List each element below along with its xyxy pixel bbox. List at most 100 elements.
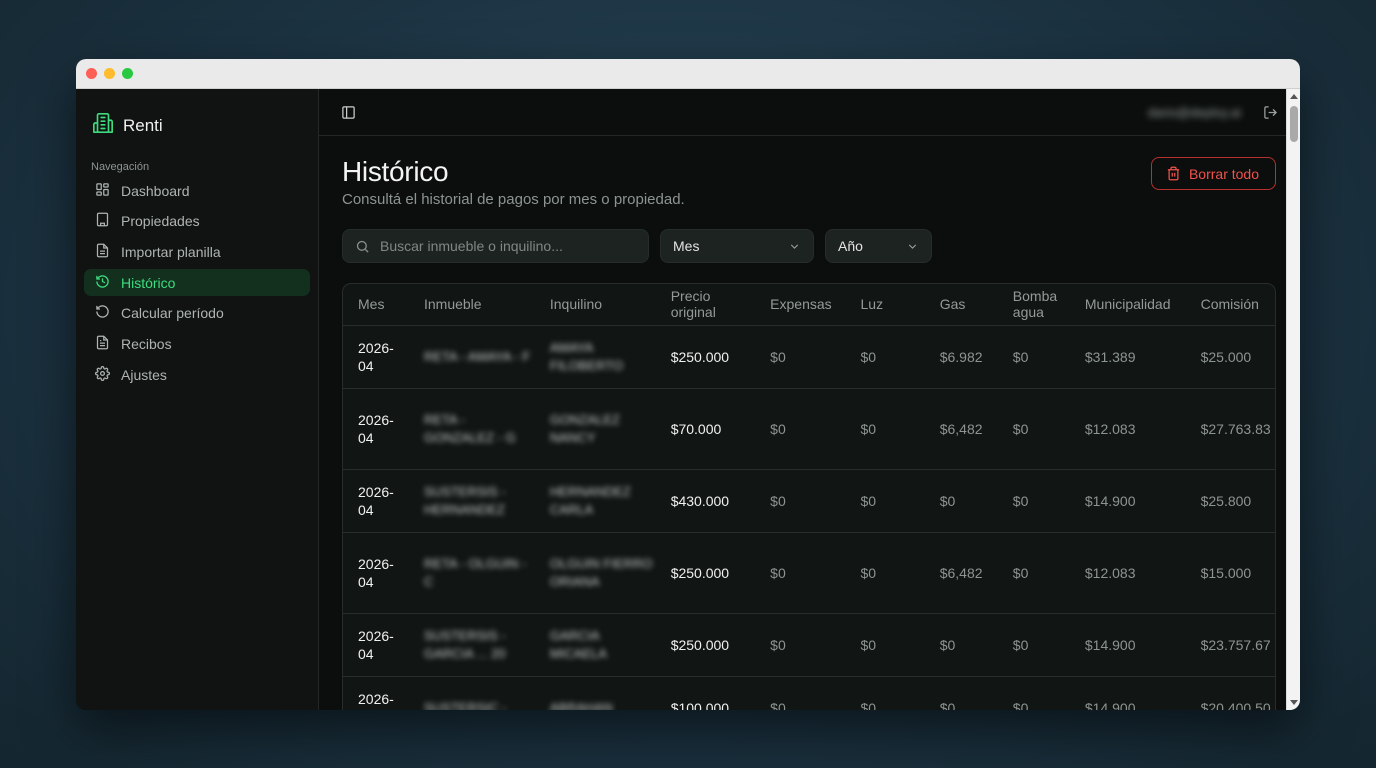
cell-expensas: $0 [755,325,846,389]
cell-inmueble: RETA - OLGUIN - C [408,532,535,614]
cell-luz: $0 [845,469,925,533]
cell-inquilino: ABRAHAN [534,676,656,710]
table-row[interactable]: 2026- 04 RETA - AMAYA - F AMAYA FILOBERTO… [343,325,1275,389]
delete-all-label: Borrar todo [1188,165,1259,182]
cell-expensas: $0 [755,532,846,614]
history-table-container: Mes Inmueble Inquilino Precio original Ex… [342,283,1276,710]
column-header-bomba-agua[interactable]: Bomba agua [997,284,1070,326]
table-row[interactable]: 2026- 04 RETA - GONZALEZ - G GONZALEZ NAN… [343,388,1275,470]
cell-gas: $0 [924,613,998,677]
column-header-municipalidad[interactable]: Municipalidad [1069,284,1186,326]
month-select-value: Mes [673,238,700,254]
cell-text: 04 [358,429,374,446]
app-root: Renti Navegación Dashboard Propiedades I… [76,89,1300,710]
cell-text: 2026- [358,555,394,572]
column-header-inmueble[interactable]: Inmueble [408,284,535,326]
cell-gas: $6,482 [924,532,998,614]
logout-icon [1264,105,1278,119]
cell-comision: $23.757.67 [1185,613,1275,677]
column-header-precio-original[interactable]: Precio original [655,284,756,326]
cell-inmueble: SUSTERSIS - GARCIA ... 20 [408,613,535,677]
file-import-icon [95,243,110,261]
page-scrollbar[interactable] [1286,89,1300,710]
sidebar-item-ajustes[interactable]: Ajustes [84,361,310,388]
nav-group-label: Navegación [91,161,150,173]
cell-inmueble: SUSTERSIC - [408,676,535,710]
cell-luz: $0 [845,388,925,470]
cell-bomba-agua: $0 [997,532,1070,614]
scroll-up-arrow-icon[interactable] [1290,94,1298,99]
main-area: dario@deploy.ai Histórico Consultá el hi… [319,89,1300,710]
cell-comision: $20.400.50 [1185,676,1275,710]
logout-button[interactable] [1263,105,1278,120]
cell-municipalidad: $12.083 [1069,388,1186,470]
sidebar-item-propiedades[interactable]: Propiedades [84,208,310,235]
cell-comision: $25.800 [1185,469,1275,533]
cell-inquilino: AMAYA FILOBERTO [534,325,656,389]
column-header-mes[interactable]: Mes [343,284,409,326]
search-input[interactable] [380,238,630,254]
cell-precio-original: $250.000 [655,325,756,389]
sidebar-item-label: Calcular período [121,305,224,322]
cell-text: 04 [358,645,374,662]
column-header-luz[interactable]: Luz [845,284,925,326]
cell-text: 2026- [358,483,394,500]
sidebar-item-importar-planilla[interactable]: Importar planilla [84,238,310,265]
cell-mes: 2026- 04 [343,676,409,710]
sidebar-item-label: Dashboard [121,182,190,199]
cell-bomba-agua: $0 [997,676,1070,710]
column-header-inquilino[interactable]: Inquilino [534,284,656,326]
month-select[interactable]: Mes [660,229,814,263]
cell-inquilino: HERNANDEZ CARLA [534,469,656,533]
cell-gas: $6,482 [924,388,998,470]
column-header-text: agua [1012,304,1044,321]
column-header-comision[interactable]: Comisión [1185,284,1275,326]
cell-bomba-agua: $0 [997,388,1070,470]
cell-mes: 2026-04 [343,388,409,470]
sidebar-item-recibos[interactable]: Recibos [84,330,310,357]
sidebar-item-calcular-periodo[interactable]: Calcular período [84,300,310,327]
sidebar-item-historico[interactable]: Histórico [84,269,310,297]
maximize-window-button[interactable] [122,68,133,79]
sidebar-item-label: Ajustes [121,366,167,383]
table-row[interactable]: 2026-04 SUSTERSIC - ABRAHAN $100.000 $0 … [343,676,1275,710]
sidebar-toggle-button[interactable] [341,105,356,120]
cell-comision: $15.000 [1185,532,1275,614]
cell-gas: $0 [924,676,998,710]
rotate-icon [95,304,110,322]
gear-icon [95,365,110,384]
cell-municipalidad: $14.900 [1069,613,1186,677]
cell-text: 04 [358,573,374,590]
minimize-window-button[interactable] [104,68,115,79]
cell-expensas: $0 [755,469,846,533]
scroll-down-arrow-icon[interactable] [1290,700,1298,705]
brand[interactable]: Renti [76,89,318,145]
cell-inquilino: OLGUIN FIERRO ORIANA [534,532,656,614]
column-header-expensas[interactable]: Expensas [755,284,846,326]
cell-bomba-agua: $0 [997,469,1070,533]
history-icon [95,274,110,292]
year-select[interactable]: Año [825,229,932,263]
close-window-button[interactable] [86,68,97,79]
cell-precio-original: $250.000 [655,613,756,677]
cell-expensas: $0 [755,676,846,710]
cell-municipalidad: $14.900 [1069,676,1186,710]
table-row[interactable]: 2026- 04 RETA - OLGUIN - C OLGUIN FIERRO … [343,532,1275,614]
cell-text: 2026- [358,690,394,707]
sidebar-item-dashboard[interactable]: Dashboard [84,177,310,204]
delete-all-button[interactable]: Borrar todo [1150,157,1276,190]
table-row[interactable]: 2026- 04 SUSTERSIS - HERNANDEZ HERNANDEZ … [343,469,1275,533]
trash-icon [1167,166,1180,181]
cell-text: 04 [358,709,374,711]
cell-luz: $0 [845,676,925,710]
search-box[interactable] [342,229,649,263]
topbar: dario@deploy.ai [319,89,1300,136]
column-header-text: Precio [670,288,711,305]
table-row[interactable]: 2026- 04 SUSTERSIS - GARCIA ... 20 GARCIA… [343,613,1275,677]
cell-municipalidad: $12.083 [1069,532,1186,614]
sidebar-item-label: Recibos [121,335,172,352]
scrollbar-thumb[interactable] [1290,106,1298,142]
page-header: Histórico Consultá el historial de pagos… [342,136,1276,208]
column-header-gas[interactable]: Gas [924,284,998,326]
column-header-text: Bomba [1012,288,1058,305]
